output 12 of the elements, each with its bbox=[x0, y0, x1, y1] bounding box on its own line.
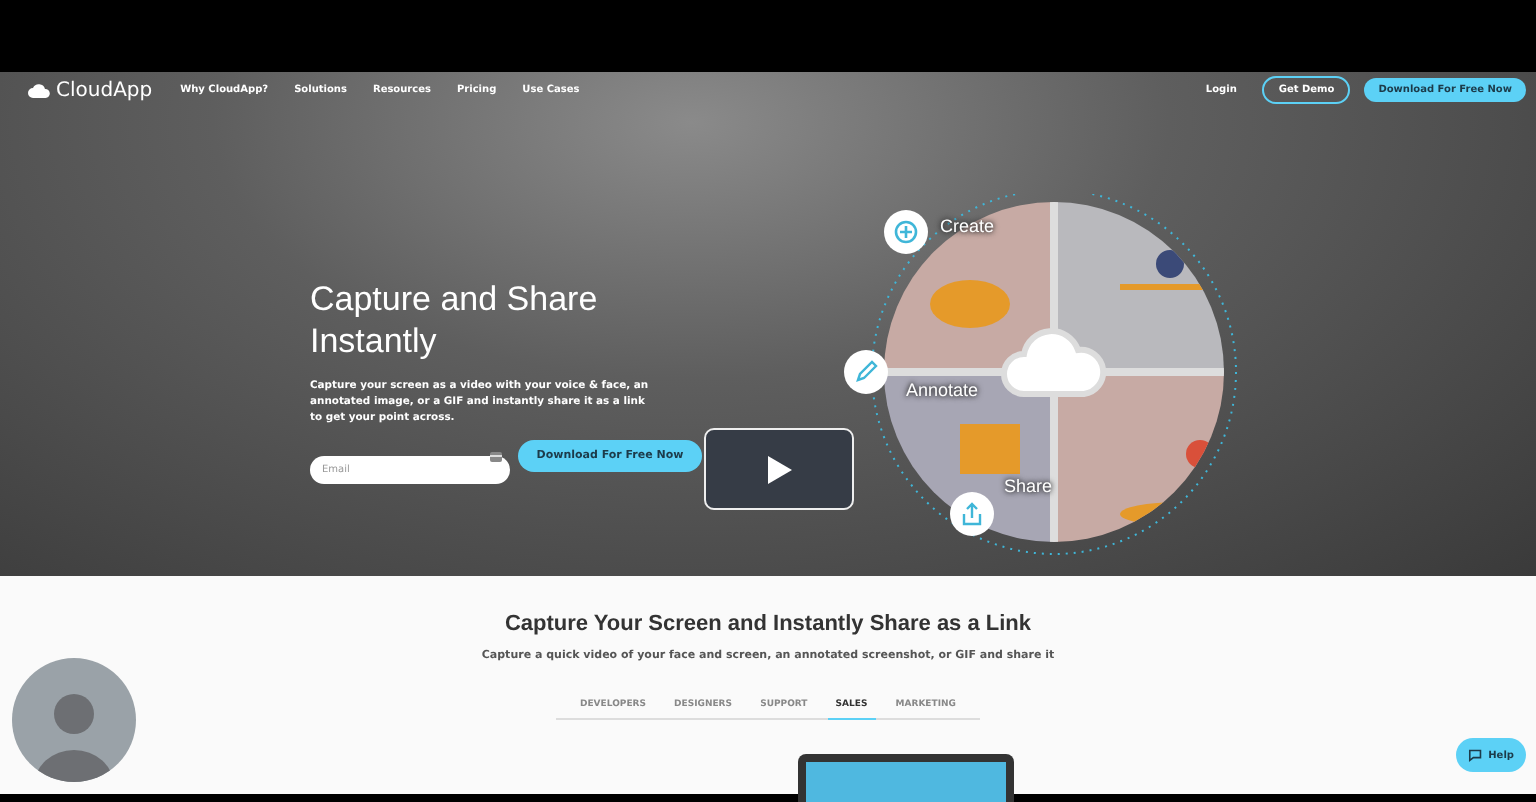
logo-text[interactable]: CloudApp bbox=[56, 79, 153, 101]
plus-icon[interactable] bbox=[884, 210, 928, 254]
pencil-icon[interactable] bbox=[844, 350, 888, 394]
video-thumbnail[interactable] bbox=[704, 428, 854, 510]
section-title: Capture Your Screen and Instantly Share as a Link bbox=[504, 612, 1032, 636]
illustration-label: Share bbox=[1004, 476, 1053, 496]
chat-bubble-icon bbox=[1468, 748, 1483, 762]
cloud-icon bbox=[28, 82, 50, 98]
illustration-label: Annotate bbox=[906, 380, 979, 400]
play-icon bbox=[767, 455, 791, 483]
card-icon bbox=[490, 451, 502, 461]
hero-title: Capture and Share Instantly bbox=[310, 278, 600, 362]
